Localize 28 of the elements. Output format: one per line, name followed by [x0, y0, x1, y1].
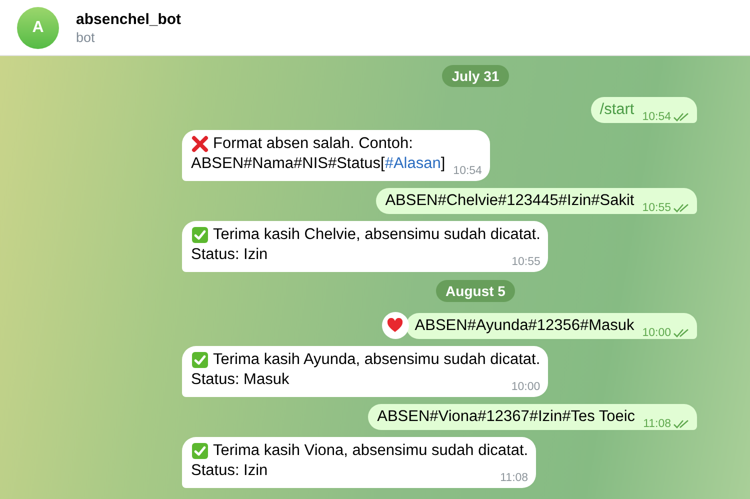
message-text: ABSEN#Viona#12367#Izin#Tes Toeic — [377, 407, 636, 427]
message-time: 11:08 — [500, 471, 528, 485]
message-text: ABSEN#Nama#NIS#Status[#Alasan] — [191, 154, 446, 174]
message-time: 10:55 — [642, 201, 671, 215]
chat-title: absenchel_bot — [76, 10, 182, 28]
bot-avatar[interactable]: A — [17, 6, 59, 48]
message-time: 10:54 — [642, 110, 671, 124]
message-text: Status: Izin — [191, 461, 268, 481]
message-text: Status: Masuk — [191, 370, 290, 390]
message-text: Format absen salah. Contoh: — [213, 134, 413, 154]
message-time: 10:00 — [642, 326, 671, 340]
reaction-badge[interactable] — [382, 312, 409, 339]
heart-icon — [387, 318, 404, 333]
message-text: Terima kasih Ayunda, absensimu sudah dicatat. — [213, 350, 540, 370]
message-time: 11:08 — [643, 417, 671, 431]
chat-subtitle: bot — [76, 30, 96, 44]
message-text: Terima kasih Chelvie, absensimu sudah dicatat. — [213, 225, 540, 245]
date-label: August 5 — [436, 280, 516, 302]
message-text: Terima kasih Viona, absensimu sudah dicatat. — [213, 441, 528, 461]
message-time: 10:00 — [511, 380, 540, 394]
message-text: Status: Izin — [191, 245, 268, 265]
message-time: 10:55 — [512, 255, 540, 269]
hashtag-link[interactable]: #Alasan — [384, 155, 441, 172]
command-link[interactable]: /start — [600, 100, 634, 120]
message-text: ABSEN#Chelvie#123445#Izin#Sakit — [385, 191, 634, 211]
message-text: ABSEN#Ayunda#12356#Masuk — [414, 316, 634, 336]
date-label: July 31 — [442, 65, 510, 87]
message-time: 10:54 — [453, 164, 482, 178]
